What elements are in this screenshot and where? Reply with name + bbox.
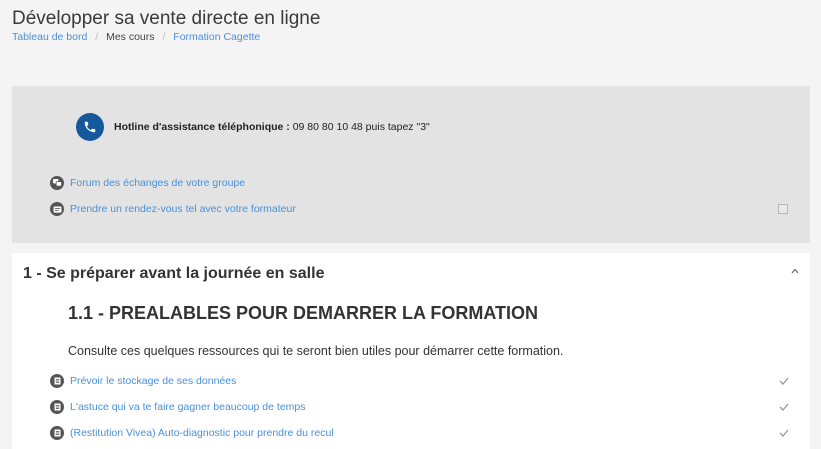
breadcrumb-my-courses[interactable]: Mes cours: [106, 31, 154, 43]
hotline: Hotline d'assistance téléphonique : 09 8…: [76, 113, 430, 141]
appointment-link[interactable]: Prendre un rendez-vous tel avec votre fo…: [70, 203, 296, 215]
completion-checkbox[interactable]: [778, 204, 788, 214]
activity-link[interactable]: Prévoir le stockage de ses données: [70, 375, 236, 387]
breadcrumb-separator: /: [95, 31, 99, 43]
activity-link[interactable]: L'astuce qui va te faire gagner beaucoup…: [70, 401, 306, 413]
forum-icon: [50, 176, 64, 190]
subsection-title: 1.1 - PREALABLES POUR DEMARRER LA FORMAT…: [68, 303, 539, 323]
activity-item[interactable]: (Restitution Vivea) Auto-diagnostic pour…: [50, 426, 334, 440]
breadcrumb-dashboard-link[interactable]: Tableau de bord: [12, 31, 87, 43]
section-description: Consulte ces quelques ressources qui te …: [68, 344, 564, 358]
forum-link[interactable]: Forum des échanges de votre groupe: [70, 177, 245, 189]
appointment-link-row[interactable]: Prendre un rendez-vous tel avec votre fo…: [50, 202, 296, 216]
activity-item[interactable]: Prévoir le stockage de ses données: [50, 374, 236, 388]
page-icon: [50, 426, 64, 440]
page-icon: [50, 374, 64, 388]
info-box: Hotline d'assistance téléphonique : 09 8…: [12, 86, 810, 243]
activity-item[interactable]: L'astuce qui va te faire gagner beaucoup…: [50, 400, 306, 414]
phone-icon: [76, 113, 104, 141]
page-icon: [50, 400, 64, 414]
chevron-up-icon[interactable]: [789, 266, 801, 276]
activity-link[interactable]: (Restitution Vivea) Auto-diagnostic pour…: [70, 427, 334, 439]
course-section: 1 - Se préparer avant la journée en sall…: [12, 253, 810, 449]
hotline-number: 09 80 80 10 48 puis tapez "3": [289, 121, 430, 133]
page-title: Développer sa vente directe en ligne: [12, 8, 321, 29]
breadcrumb-separator: /: [162, 31, 166, 43]
breadcrumb: Tableau de bord / Mes cours / Formation …: [12, 31, 260, 43]
check-icon[interactable]: [778, 402, 790, 412]
hotline-text: Hotline d'assistance téléphonique : 09 8…: [114, 121, 430, 133]
section-title[interactable]: 1 - Se préparer avant la journée en sall…: [23, 265, 324, 283]
check-icon[interactable]: [778, 428, 790, 438]
check-icon[interactable]: [778, 376, 790, 386]
hotline-label: Hotline d'assistance téléphonique :: [114, 121, 290, 133]
breadcrumb-course-link[interactable]: Formation Cagette: [173, 31, 260, 43]
scheduler-icon: [50, 202, 64, 216]
forum-link-row[interactable]: Forum des échanges de votre groupe: [50, 176, 245, 190]
